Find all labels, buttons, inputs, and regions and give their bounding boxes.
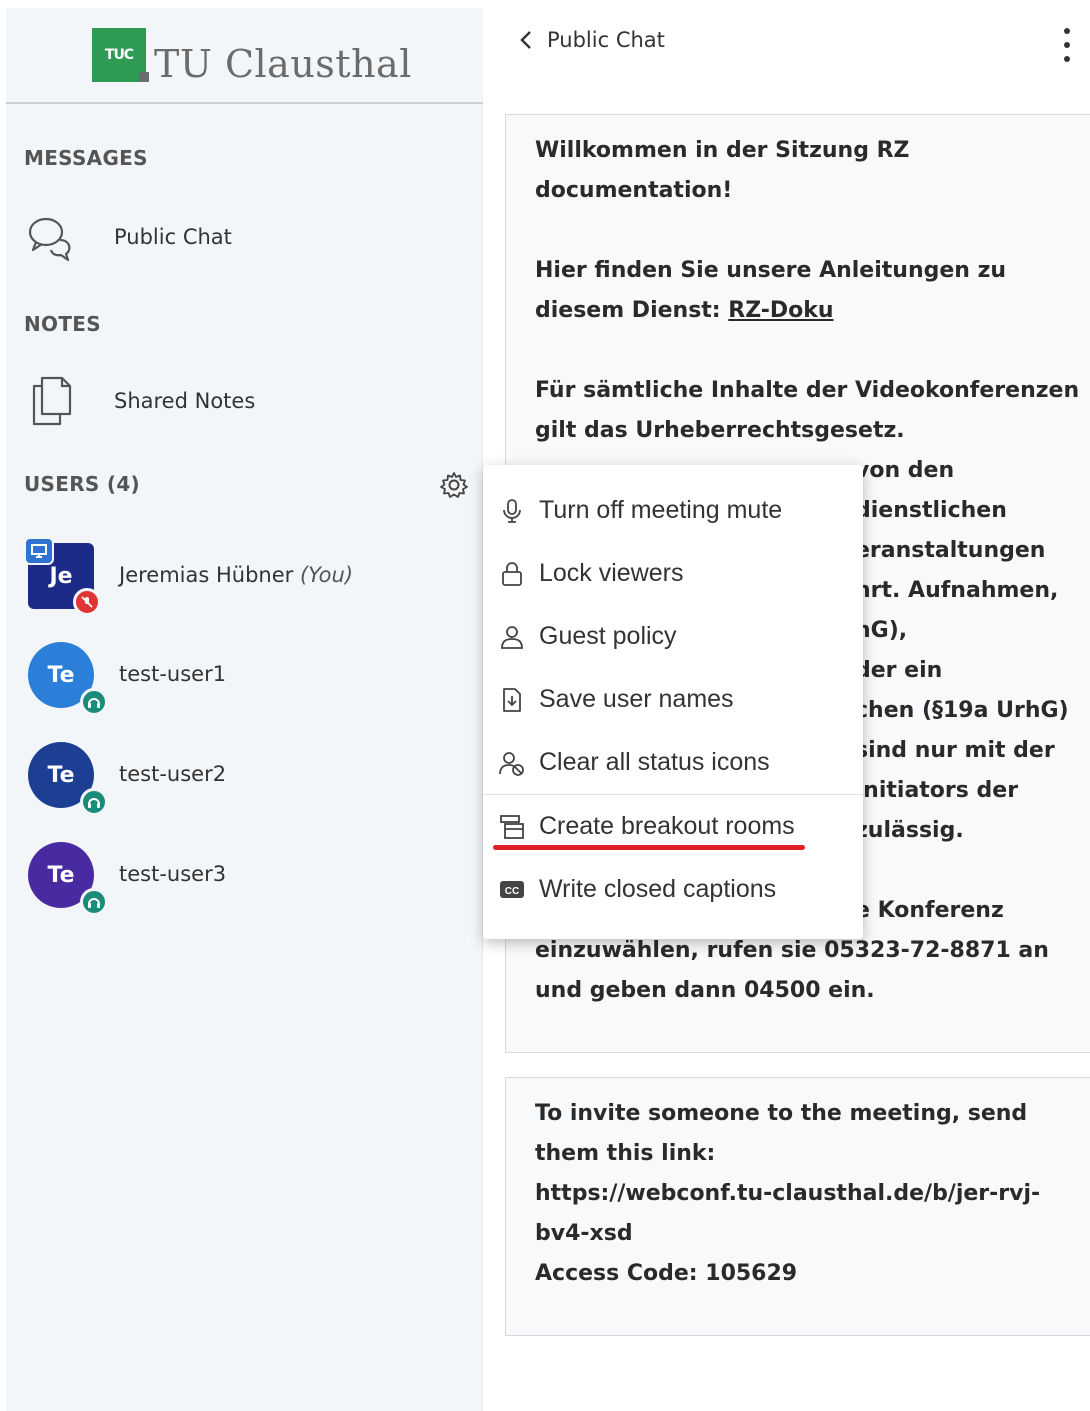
menu-item-guest-policy[interactable]: Guest policy [483, 605, 863, 668]
welcome-line: Willkommen in der Sitzung RZ [535, 138, 910, 163]
menu-item-label: Save user names [539, 685, 734, 713]
notes-icon [24, 374, 78, 428]
messages-section-title: MESSAGES [24, 146, 148, 170]
shared-notes-item[interactable]: Shared Notes [24, 369, 464, 433]
invite-line: To invite someone to the meeting, send [535, 1101, 1028, 1126]
invite-link-line[interactable]: bv4-xsd [535, 1214, 1078, 1254]
closed-captions-icon: CC [499, 877, 525, 903]
invite-line: them this link: [535, 1141, 716, 1166]
user-list-sidebar: TUC TU Clausthal MESSAGES Public Chat NO… [6, 8, 483, 1411]
logo-text: TU Clausthal [154, 42, 412, 86]
chat-header: Public Chat [505, 18, 1085, 68]
user-name: test-user1 [119, 662, 227, 686]
menu-item-label: Lock viewers [539, 559, 684, 587]
menu-item-label: Turn off meeting mute [539, 496, 783, 524]
logo-mark: TUC [92, 28, 146, 82]
invite-message: To invite someone to the meeting, send t… [505, 1077, 1090, 1336]
lock-icon [499, 561, 525, 587]
menu-item-label: Guest policy [539, 622, 677, 650]
mic-icon [499, 498, 525, 524]
user-name: test-user3 [119, 862, 227, 886]
dialin-line: und geben dann 04500 ein. [535, 978, 875, 1003]
chevron-left-icon [520, 31, 531, 49]
guide-line: diesem Dienst: RZ-Doku [535, 291, 1078, 331]
logo-dot [139, 72, 149, 82]
users-section-title: USERS (4) [24, 472, 140, 496]
guide-prefix: diesem Dienst: [535, 298, 729, 323]
chat-icon [24, 210, 78, 264]
user-name-text: Jeremias Hübner [119, 563, 294, 587]
rz-doku-link[interactable]: RZ-Doku [728, 298, 833, 323]
user-item-test-user1[interactable]: Te test-user1 [28, 642, 468, 722]
menu-item-clear-all-status-icons[interactable]: Clear all status icons [483, 731, 863, 794]
menu-item-lock-viewers[interactable]: Lock viewers [483, 542, 863, 605]
menu-item-label: Write closed captions [539, 875, 777, 903]
muted-microphone-icon [73, 588, 101, 616]
you-label: (You) [299, 563, 354, 587]
copyright-line: Für sämtliche Inhalte der Videokonferenz… [535, 378, 1080, 403]
chat-options-icon[interactable] [1055, 28, 1079, 62]
public-chat-label: Public Chat [114, 225, 232, 249]
menu-item-save-user-names[interactable]: Save user names [483, 668, 863, 731]
menu-item-write-closed-captions[interactable]: CC Write closed captions [483, 858, 863, 921]
clear-status-icon [499, 750, 525, 776]
menu-item-label: Create breakout rooms [539, 812, 795, 840]
download-file-icon [499, 687, 525, 713]
public-chat-item[interactable]: Public Chat [24, 205, 464, 269]
breakout-rooms-icon [499, 814, 525, 840]
menu-item-label: Clear all status icons [539, 748, 770, 776]
highlight-underline [493, 845, 805, 850]
chat-title: Public Chat [547, 28, 665, 52]
welcome-line: documentation! [535, 178, 733, 203]
access-code-line: Access Code: 105629 [535, 1261, 798, 1286]
guide-line: Hier finden Sie unsere Anleitungen zu [535, 258, 1007, 283]
user-item-test-user3[interactable]: Te test-user3 [28, 842, 468, 922]
headphones-icon [80, 788, 108, 816]
logo-bar: TUC TU Clausthal [6, 8, 483, 104]
headphones-icon [80, 688, 108, 716]
invite-link-line[interactable]: https://webconf.tu-clausthal.de/b/jer-rv… [535, 1174, 1078, 1214]
user-icon [499, 624, 525, 650]
manage-users-menu: Turn off meeting mute Lock viewers Guest… [483, 465, 863, 939]
copyright-line: gilt das Urheberrechtsgesetz. [535, 418, 905, 443]
svg-text:CC: CC [505, 886, 519, 897]
chat-back-button[interactable]: Public Chat [519, 28, 665, 52]
user-name: Jeremias Hübner (You) [119, 563, 353, 587]
shared-notes-label: Shared Notes [114, 389, 256, 413]
menu-item-turn-off-meeting-mute[interactable]: Turn off meeting mute [483, 479, 863, 542]
manage-users-gear-icon[interactable] [439, 470, 469, 500]
presenter-icon [24, 537, 54, 565]
user-item-test-user2[interactable]: Te test-user2 [28, 742, 468, 822]
notes-section-title: NOTES [24, 312, 101, 336]
menu-item-create-breakout-rooms[interactable]: Create breakout rooms [483, 795, 863, 858]
user-item-jeremias[interactable]: Je Jeremias Hübner (You) [24, 537, 468, 623]
headphones-icon [80, 888, 108, 916]
user-name: test-user2 [119, 762, 227, 786]
